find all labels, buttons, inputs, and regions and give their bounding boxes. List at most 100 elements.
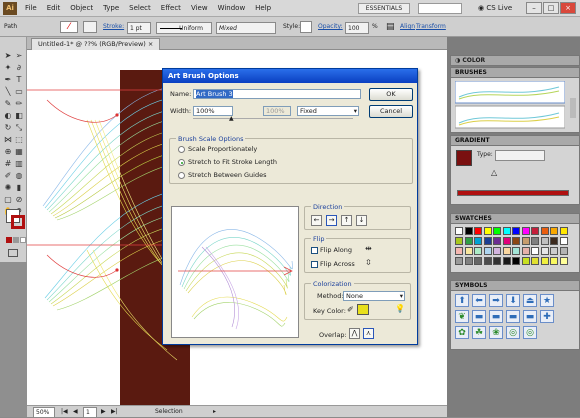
- swatch[interactable]: [559, 227, 568, 235]
- direction-down-icon[interactable]: ↓: [356, 215, 367, 226]
- swatch[interactable]: [474, 247, 482, 255]
- direction-up-icon[interactable]: ↑: [341, 215, 352, 226]
- shape-builder-tool-icon[interactable]: ⊕: [3, 147, 13, 157]
- width-slider-thumb-icon[interactable]: ▲: [229, 115, 234, 122]
- width-tool-icon[interactable]: ⋈: [3, 135, 13, 145]
- align-link[interactable]: Align: [400, 21, 415, 33]
- swatch[interactable]: [455, 247, 463, 255]
- align-icon[interactable]: ▤: [386, 21, 395, 33]
- swatch[interactable]: [521, 237, 530, 245]
- swatch[interactable]: [464, 237, 473, 245]
- stroke-color-box[interactable]: [11, 215, 25, 229]
- swatch[interactable]: [455, 257, 463, 265]
- swatch[interactable]: [483, 257, 492, 265]
- document-tab[interactable]: Untitled-1* @ ??% (RGB/Preview) ×: [31, 38, 161, 50]
- swatch[interactable]: [483, 237, 492, 245]
- paintbrush-tool-icon[interactable]: ✎: [3, 99, 13, 109]
- cs-live-button[interactable]: ◉ CS Live: [478, 2, 512, 15]
- direction-right-icon[interactable]: →: [326, 215, 337, 226]
- prev-artboard-icon[interactable]: ◀: [73, 406, 78, 417]
- swatch[interactable]: [464, 227, 473, 235]
- gradient-type-dropdown[interactable]: [495, 150, 545, 161]
- gradient-mode-icon[interactable]: [13, 237, 19, 243]
- artboard-number-field[interactable]: 1: [83, 407, 97, 418]
- blob-brush-tool-icon[interactable]: ◐: [3, 111, 13, 121]
- swatch[interactable]: [559, 247, 568, 255]
- swatch[interactable]: [531, 237, 539, 245]
- line-tool-icon[interactable]: ╲: [3, 87, 13, 97]
- width-input[interactable]: 100%: [193, 106, 233, 116]
- swatch[interactable]: [559, 237, 568, 245]
- menu-help[interactable]: Help: [250, 0, 276, 17]
- swatch[interactable]: [474, 227, 482, 235]
- slice-tool-icon[interactable]: ⊘: [14, 195, 24, 205]
- overlap-none-icon[interactable]: ⋏: [363, 328, 374, 339]
- brush-name-input[interactable]: Art Brush 3: [193, 89, 361, 99]
- pencil-tool-icon[interactable]: ✏: [14, 99, 24, 109]
- menu-object[interactable]: Object: [65, 0, 98, 17]
- selection-tool-icon[interactable]: ➤: [3, 51, 13, 61]
- symbol-arrow-up[interactable]: ⬆: [455, 294, 469, 307]
- swatch[interactable]: [474, 257, 482, 265]
- rectangle-tool-icon[interactable]: ▭: [14, 87, 24, 97]
- menu-select[interactable]: Select: [124, 0, 156, 17]
- close-button[interactable]: ×: [560, 2, 576, 14]
- color-mode-icon[interactable]: [6, 237, 12, 243]
- help-search-input[interactable]: [418, 3, 462, 14]
- last-artboard-icon[interactable]: ▶|: [111, 406, 118, 417]
- first-artboard-icon[interactable]: |◀: [61, 406, 68, 417]
- swatch[interactable]: [531, 247, 539, 255]
- cancel-button[interactable]: Cancel: [369, 105, 413, 118]
- pen-tool-icon[interactable]: ✒: [3, 75, 13, 85]
- symbol-bar-1[interactable]: ▬: [472, 310, 486, 323]
- rotate-tool-icon[interactable]: ↻: [3, 123, 13, 133]
- artboard-tool-icon[interactable]: ▢: [3, 195, 13, 205]
- swatch[interactable]: [493, 257, 501, 265]
- method-dropdown[interactable]: None ▾: [343, 291, 405, 301]
- swatch[interactable]: [493, 227, 501, 235]
- symbol-arrow-left[interactable]: ⬅: [472, 294, 486, 307]
- menu-effect[interactable]: Effect: [156, 0, 186, 17]
- ok-button[interactable]: OK: [369, 88, 413, 101]
- symbol-eject[interactable]: ⏏: [523, 294, 537, 307]
- graph-tool-icon[interactable]: ▮: [14, 183, 24, 193]
- fill-swatch[interactable]: ⁄: [60, 21, 78, 33]
- swatch[interactable]: [540, 257, 549, 265]
- overlap-adjust-icon[interactable]: ⋀: [349, 328, 360, 339]
- menu-file[interactable]: File: [20, 0, 42, 17]
- symbol-arrow-down[interactable]: ⬇: [506, 294, 520, 307]
- symbol-leaf[interactable]: ❦: [455, 310, 469, 323]
- swatch[interactable]: [502, 227, 511, 235]
- opacity-field[interactable]: 100: [345, 22, 369, 34]
- eraser-tool-icon[interactable]: ◧: [14, 111, 24, 121]
- symbol-ring-2[interactable]: ◎: [523, 326, 537, 339]
- swatch[interactable]: [559, 257, 568, 265]
- symbol-star[interactable]: ★: [540, 294, 554, 307]
- scale-proportionately-radio[interactable]: [178, 146, 185, 153]
- symbol-vine[interactable]: ☘: [472, 326, 486, 339]
- graphic-style-swatch[interactable]: [300, 21, 312, 33]
- free-transform-tool-icon[interactable]: ⬚: [14, 135, 24, 145]
- swatch[interactable]: [531, 257, 539, 265]
- symbol-ring-1[interactable]: ◎: [506, 326, 520, 339]
- close-tab-icon[interactable]: ×: [148, 40, 153, 48]
- width-mode-dropdown[interactable]: Fixed ▾: [297, 106, 359, 116]
- swatch[interactable]: [464, 257, 473, 265]
- stretch-to-fit-radio[interactable]: [178, 159, 185, 166]
- swatch[interactable]: [521, 247, 530, 255]
- swatch[interactable]: [502, 247, 511, 255]
- zoom-field[interactable]: 50%: [33, 407, 55, 418]
- symbol-grass[interactable]: ❀: [489, 326, 503, 339]
- perspective-grid-tool-icon[interactable]: ▦: [14, 147, 24, 157]
- stroke-weight-field[interactable]: 1 pt: [127, 22, 151, 34]
- gradient-slider[interactable]: [457, 190, 569, 196]
- color-panel-tab[interactable]: ◑ COLOR: [450, 55, 580, 66]
- menu-edit[interactable]: Edit: [42, 0, 66, 17]
- symbol-sprayer-tool-icon[interactable]: ✺: [3, 183, 13, 193]
- gradient-swatch[interactable]: [456, 150, 472, 166]
- swatch[interactable]: [540, 247, 549, 255]
- swatch[interactable]: [550, 257, 558, 265]
- direct-selection-tool-icon[interactable]: ➢: [14, 51, 24, 61]
- key-color-swatch[interactable]: [357, 304, 369, 315]
- gradient-tool-icon[interactable]: ▥: [14, 159, 24, 169]
